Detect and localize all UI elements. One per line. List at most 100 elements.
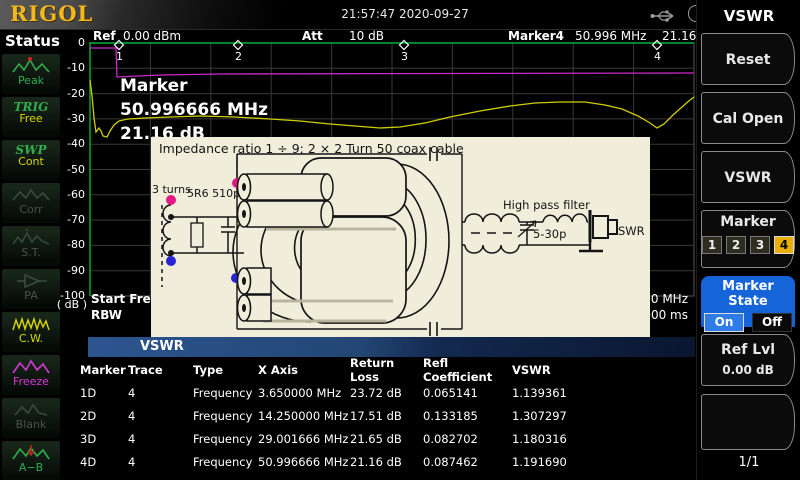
table-cell: 3D [80, 432, 128, 446]
vswr-tab-label: VSWR [140, 339, 184, 354]
peak-waveform-icon [9, 56, 53, 76]
att-value: 10 dB [349, 29, 384, 43]
status-item-label: Corr [2, 204, 60, 216]
connector-label: SWR [618, 224, 645, 238]
table-cell: 17.51 dB [350, 409, 423, 423]
status-item-peak: Peak [2, 54, 60, 94]
table-header-cell: VSWR [512, 363, 718, 377]
marker-digit-row: 1 2 3 4 [702, 236, 794, 254]
function-tab-bar: VSWR [88, 337, 695, 357]
table-cell: 1D [80, 386, 128, 400]
table-header-cell: Refl Coefficient [423, 356, 512, 384]
table-cell: 0.087462 [423, 455, 512, 469]
table-cell: 1.307297 [512, 409, 718, 423]
marker-state-button[interactable]: Marker State On Off [701, 276, 795, 327]
status-icon-column: Peak TRIG Free SWP Cont Corr S.T. PA [2, 54, 60, 480]
table-header-cell: Type [193, 363, 258, 377]
marker-number-1: 1 [116, 50, 123, 63]
status-item-label: PA [2, 290, 60, 302]
table-header-cell: Marker [80, 363, 128, 377]
table-cell: 21.65 dB [350, 432, 423, 446]
y-tick: -10 [56, 61, 85, 74]
table-cell: 29.001666 MHz [258, 432, 350, 446]
status-item-pa: PA [2, 269, 60, 309]
filter-label: High pass filter [503, 198, 590, 212]
turns-label: 3 turns [152, 183, 191, 196]
table-cell: 4 [128, 432, 193, 446]
ref-value: 0.00 dBm [123, 29, 181, 43]
ab-waveform-icon [9, 443, 53, 463]
status-item-label: Cont [2, 156, 60, 168]
y-tick: -20 [56, 87, 85, 100]
y-tick: -80 [56, 238, 85, 251]
sweep-status-left: Start Freq RBW [91, 291, 159, 323]
freeze-waveform-icon [9, 357, 53, 377]
y-tick: -50 [56, 163, 85, 176]
marker-state-off[interactable]: Off [752, 313, 792, 332]
marker-digit-3[interactable]: 3 [750, 236, 770, 254]
status-item-freeze: Freeze [2, 355, 60, 395]
blue-terminal-dot [166, 256, 176, 266]
reset-label: Reset [726, 52, 771, 68]
marker-state-on[interactable]: On [704, 313, 744, 332]
status-item-cw: C.W. [2, 312, 60, 352]
marker-table: MarkerTraceTypeX AxisReturn LossRefl Coe… [60, 358, 718, 473]
table-cell: 0.065141 [423, 386, 512, 400]
table-cell: 0.082702 [423, 432, 512, 446]
circuit-diagram: Impedance ratio 1 ÷ 9; 2 × 2 Turn 50 coa… [151, 137, 650, 337]
marker-readout-freq: 50.996666 MHz [120, 98, 268, 122]
marker-digit-2[interactable]: 2 [726, 236, 746, 254]
marker-digit-1[interactable]: 1 [702, 236, 722, 254]
status-item-swp: SWP Cont [2, 140, 60, 180]
marker-readout-title: Marker [120, 74, 268, 98]
st-waveform-icon [9, 228, 53, 248]
marker4-header-freq: 50.996 MHz [575, 29, 646, 43]
top-bar: RIGOL 21:57:47 2020-09-27 Local [0, 0, 744, 30]
marker-state-label: Marker State [701, 279, 795, 309]
status-item-label: Peak [2, 75, 60, 87]
y-tick: 0 [56, 36, 85, 49]
marker-readout: Marker 50.996666 MHz 21.16 dB [120, 74, 268, 146]
analyzer-screen: 1234 RIGOL 21:57:47 2020-09-27 Local Sta… [0, 0, 800, 480]
marker-number-2: 2 [235, 50, 242, 63]
table-cell: 23.72 dB [350, 386, 423, 400]
status-item-label: S.T. [2, 247, 60, 259]
status-item-corr: Corr [2, 183, 60, 223]
table-cell: 50.996666 MHz [258, 455, 350, 469]
ref-lvl-label: Ref Lvl [702, 342, 794, 358]
table-header-cell: X Axis [258, 363, 350, 377]
varcap-label: 5-30p [533, 227, 566, 241]
status-item-label: A−B [2, 462, 60, 474]
status-item-ab: A−B [2, 441, 60, 480]
reset-button[interactable]: Reset [701, 33, 795, 85]
status-item-label: Freeze [2, 376, 60, 388]
corr-waveform-icon [9, 185, 53, 205]
ref-label: Ref [93, 29, 116, 43]
marker-select-button[interactable]: Marker 1 2 3 4 [701, 210, 795, 268]
y-tick: -70 [56, 213, 85, 226]
menu-title: VSWR [697, 7, 800, 25]
pa-amp-icon [9, 271, 53, 291]
table-cell: 1.180316 [512, 432, 718, 446]
table-cell: Frequency [193, 409, 258, 423]
reference-trace [90, 48, 694, 77]
att-label: Att [302, 29, 323, 43]
table-cell: 3.650000 MHz [258, 386, 350, 400]
y-axis-labels: ( dB ) 0-10-20-30-40-50-60-70-80-90-100 [56, 30, 87, 330]
marker-digit-4[interactable]: 4 [774, 236, 794, 254]
table-cell: 2D [80, 409, 128, 423]
status-item-trig: TRIG Free [2, 97, 60, 137]
start-freq-label: Start Freq [91, 291, 159, 307]
table-cell: 1.139361 [512, 386, 718, 400]
table-cell: 4 [128, 455, 193, 469]
vswr-button[interactable]: VSWR [701, 151, 795, 203]
table-cell: 4 [128, 409, 193, 423]
cal-open-button[interactable]: Cal Open [701, 92, 795, 144]
table-cell: 4 [128, 386, 193, 400]
status-item-label: Blank [2, 419, 60, 431]
status-item-blank: Blank [2, 398, 60, 438]
table-cell: 4D [80, 455, 128, 469]
marker4-header-label: Marker4 [508, 29, 564, 43]
table-header-cell: Return Loss [350, 356, 423, 384]
status-item-label: Free [2, 113, 60, 125]
